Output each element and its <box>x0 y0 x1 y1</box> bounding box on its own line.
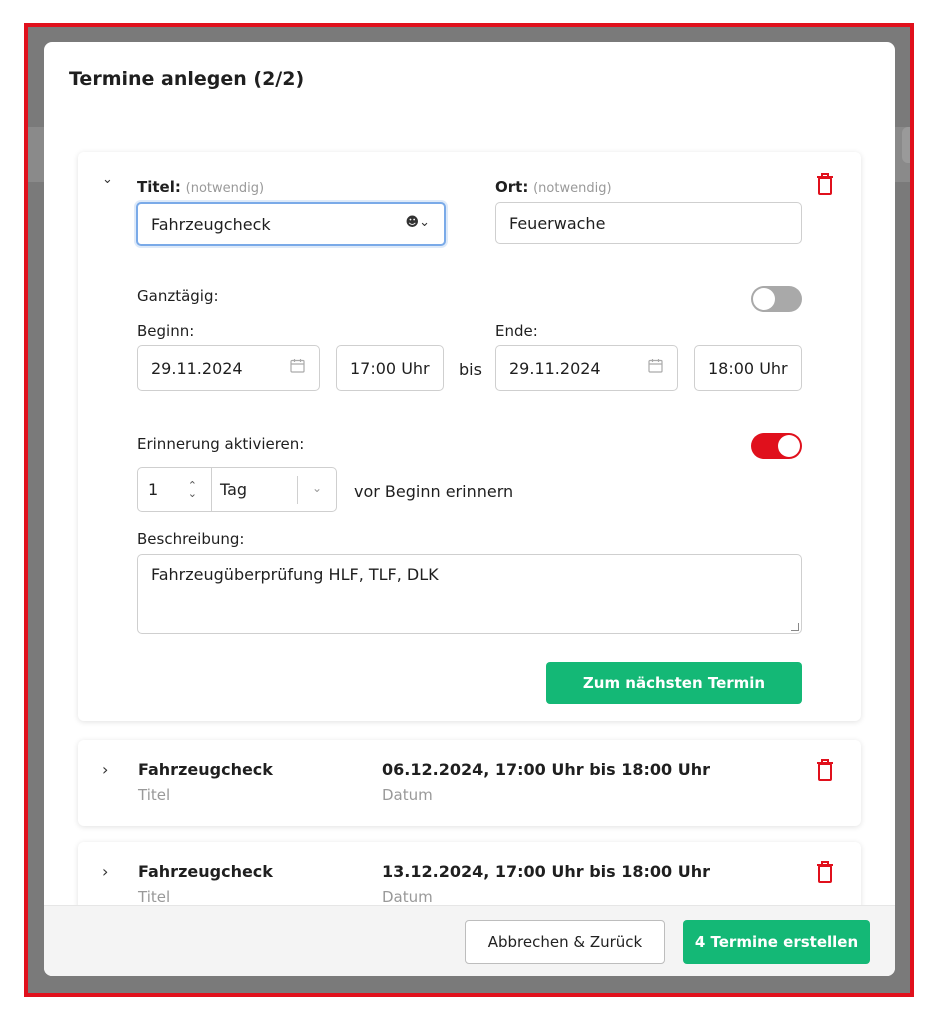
chevron-right-icon[interactable]: › <box>102 760 108 779</box>
appointment-date-caption: Datum <box>382 888 433 906</box>
start-date-input[interactable]: 29.11.2024 <box>137 345 320 391</box>
title-hint: (notwendig) <box>185 181 265 196</box>
appointment-card-expanded: ⌄ Titel: (notwendig) Fahrzeugcheck ☻⌄ Or… <box>78 152 861 721</box>
appointment-title-caption: Titel <box>138 888 171 906</box>
dialog-footer: Abbrechen & Zurück 4 Termine erstellen <box>44 905 895 976</box>
appointment-date-caption: Datum <box>382 786 433 804</box>
appointment-date: 06.12.2024, 17:00 Uhr bis 18:00 Uhr <box>382 760 711 779</box>
description-value: Fahrzeugüberprüfung HLF, TLF, DLK <box>151 565 439 584</box>
start-date-value: 29.11.2024 <box>151 358 243 378</box>
stepper-icon[interactable]: ⌃ ⌄ <box>188 480 197 499</box>
reminder-control: 1 ⌃ ⌄ Tag ⌄ <box>137 467 337 512</box>
reminder-amount-value: 1 <box>148 480 159 499</box>
end-date-value: 29.11.2024 <box>509 358 601 378</box>
toggle-knob <box>778 435 800 457</box>
person-dropdown-icon[interactable]: ☻⌄ <box>406 215 430 230</box>
dialog-title: Termine anlegen (2/2) <box>69 68 305 90</box>
calendar-icon[interactable] <box>290 358 305 373</box>
title-input-value: Fahrzeugcheck <box>151 214 271 234</box>
location-hint: (notwendig) <box>533 181 612 196</box>
location-input[interactable]: Feuerwache <box>495 202 802 244</box>
trash-icon[interactable] <box>816 758 834 782</box>
title-input[interactable]: Fahrzeugcheck ☻⌄ <box>136 202 446 246</box>
reminder-amount-stepper[interactable]: 1 ⌃ ⌄ <box>138 468 212 511</box>
reminder-suffix: vor Beginn erinnern <box>354 482 514 501</box>
allday-toggle[interactable] <box>751 286 802 312</box>
calendar-icon[interactable] <box>648 358 663 373</box>
select-separator <box>297 476 298 504</box>
appointment-title-caption: Titel <box>138 786 171 804</box>
end-time-value: 18:00 Uhr <box>708 358 788 378</box>
create-appointments-button[interactable]: 4 Termine erstellen <box>683 920 870 964</box>
end-time-input[interactable]: 18:00 Uhr <box>694 345 802 391</box>
trash-icon[interactable] <box>816 860 834 884</box>
cancel-back-button[interactable]: Abbrechen & Zurück <box>465 920 665 964</box>
allday-label: Ganztägig: <box>137 287 219 305</box>
background-control <box>902 127 910 163</box>
reminder-toggle[interactable] <box>751 433 802 459</box>
reminder-unit-value: Tag <box>220 480 248 499</box>
chevron-down-icon[interactable]: ⌄ <box>312 481 322 495</box>
start-label: Beginn: <box>137 322 195 340</box>
screenshot-frame: Termine anlegen (2/2) ⌄ Titel: (notwendi… <box>24 23 914 997</box>
appointment-card-collapsed[interactable]: › Fahrzeugcheck Titel 06.12.2024, 17:00 … <box>78 740 861 826</box>
end-date-input[interactable]: 29.11.2024 <box>495 345 678 391</box>
start-time-input[interactable]: 17:00 Uhr <box>336 345 444 391</box>
title-label-text: Titel: <box>137 178 181 196</box>
toggle-knob <box>753 288 775 310</box>
resize-handle[interactable] <box>791 623 799 631</box>
until-text: bis <box>459 360 482 379</box>
location-input-value: Feuerwache <box>509 213 606 233</box>
description-textarea[interactable]: Fahrzeugüberprüfung HLF, TLF, DLK <box>137 554 802 634</box>
start-time-value: 17:00 Uhr <box>350 358 430 378</box>
appointment-title: Fahrzeugcheck <box>138 760 273 779</box>
reminder-label: Erinnerung aktivieren: <box>137 435 305 453</box>
appointment-date: 13.12.2024, 17:00 Uhr bis 18:00 Uhr <box>382 862 711 881</box>
description-label: Beschreibung: <box>137 530 245 548</box>
chevron-right-icon[interactable]: › <box>102 862 108 881</box>
location-label: Ort: (notwendig) <box>495 178 612 196</box>
reminder-unit-select[interactable]: Tag ⌄ <box>212 468 336 511</box>
create-appointments-dialog: Termine anlegen (2/2) ⌄ Titel: (notwendi… <box>44 42 895 976</box>
appointment-title: Fahrzeugcheck <box>138 862 273 881</box>
end-label: Ende: <box>495 322 538 340</box>
title-label: Titel: (notwendig) <box>137 178 264 196</box>
chevron-down-icon[interactable]: ⌄ <box>102 172 113 187</box>
next-appointment-button[interactable]: Zum nächsten Termin <box>546 662 802 704</box>
location-label-text: Ort: <box>495 178 529 196</box>
trash-icon[interactable] <box>816 172 834 196</box>
